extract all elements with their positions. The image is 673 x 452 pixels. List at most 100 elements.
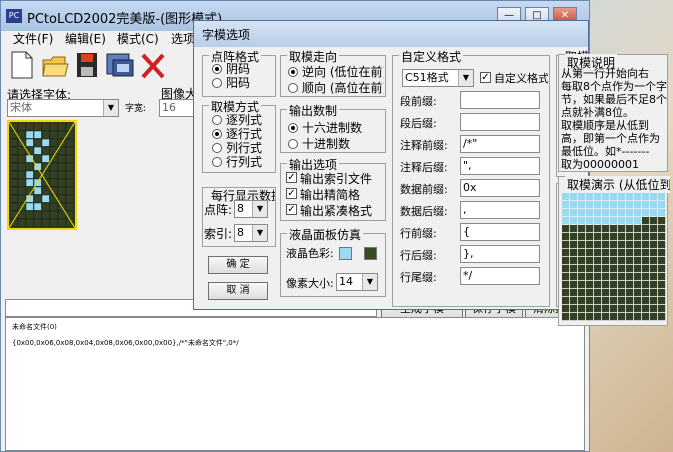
custom-field-label: 行尾缀:	[400, 271, 437, 284]
ok-button[interactable]: 确 定	[208, 256, 268, 274]
glyph-pixel	[25, 130, 34, 139]
radio-decimal[interactable]	[288, 139, 298, 149]
glyph-pixel	[25, 218, 34, 227]
custom-field-input[interactable]: ,	[460, 201, 540, 219]
glyph-pixel	[65, 162, 74, 171]
demo-pixel	[634, 225, 642, 233]
glyph-pixel	[33, 194, 42, 203]
delete-x-icon[interactable]	[139, 50, 167, 80]
radio-row[interactable]	[212, 129, 222, 139]
demo-pixel	[658, 217, 666, 225]
demo-pixel	[602, 265, 610, 273]
demo-pixel	[618, 257, 626, 265]
demo-pixel	[618, 289, 626, 297]
custom-field-input[interactable]: 0x	[460, 179, 540, 197]
radio-column[interactable]	[212, 115, 222, 125]
dots-select[interactable]: 8 ▼	[234, 200, 268, 218]
base-title: 输出数制	[287, 102, 340, 119]
output-textarea[interactable]: 未命名文件(0) {0x00,0x06,0x08,0x04,0x08,0x06,…	[5, 317, 585, 451]
custom-field-input[interactable]: ",	[460, 157, 540, 175]
radio-column-row[interactable]	[212, 143, 222, 153]
custom-field-input[interactable]: */	[460, 267, 540, 285]
demo-pixel	[634, 233, 642, 241]
radio-forward-label: 顺向 (高位在前)	[302, 81, 384, 95]
demo-pixel	[610, 265, 618, 273]
radio-forward[interactable]	[288, 83, 298, 93]
demo-pixel	[642, 249, 650, 257]
demo-pixel	[610, 281, 618, 289]
chevron-down-icon: ▼	[103, 100, 118, 116]
demo-pixel	[626, 257, 634, 265]
explanation-line: 最低位。如*-------	[561, 145, 650, 158]
pixel-size-select[interactable]: 14 ▼	[336, 273, 378, 291]
menu-file[interactable]: 文件(F)	[13, 30, 53, 47]
open-folder-icon[interactable]	[41, 50, 69, 80]
image-size-select[interactable]: 16	[159, 99, 195, 117]
font-options-dialog: 字模选项 点阵格式 阴码 阳码 取模方式 逐列式 逐行式 列行式 行列式 每行显…	[193, 20, 589, 310]
demo-pixel	[650, 289, 658, 297]
demo-pixel	[594, 305, 602, 313]
demo-pixel	[602, 201, 610, 209]
check-compact[interactable]: ✓	[286, 188, 297, 199]
menu-edit[interactable]: 编辑(E)	[65, 30, 106, 47]
demo-pixel	[658, 265, 666, 273]
new-file-icon[interactable]	[9, 50, 37, 80]
demo-pixel	[626, 273, 634, 281]
radio-row-column[interactable]	[212, 157, 222, 167]
demo-pixel	[650, 297, 658, 305]
menu-options[interactable]: 选项	[171, 30, 195, 47]
custom-field-input[interactable]	[460, 113, 540, 131]
check-custom-format[interactable]: ✓	[480, 72, 491, 83]
custom-field-input[interactable]: /*"	[460, 135, 540, 153]
demo-pixel	[570, 209, 578, 217]
lcd-on-color-swatch[interactable]	[339, 247, 352, 260]
glyph-pixel	[41, 218, 50, 227]
cancel-button[interactable]: 取 消	[208, 282, 268, 300]
glyph-pixel	[57, 170, 66, 179]
radio-negative[interactable]	[212, 64, 222, 74]
demo-pixel	[578, 297, 586, 305]
demo-pixel	[570, 305, 578, 313]
demo-pixel	[650, 265, 658, 273]
glyph-pixel	[17, 186, 26, 195]
font-select[interactable]: 宋体 ▼	[7, 99, 119, 117]
check-tight[interactable]: ✓	[286, 204, 297, 215]
radio-reverse[interactable]	[288, 67, 298, 77]
glyph-preview[interactable]	[7, 120, 77, 230]
demo-pixel	[626, 241, 634, 249]
custom-field-input[interactable]	[460, 91, 540, 109]
glyph-pixel	[57, 162, 66, 171]
glyph-pixel	[65, 202, 74, 211]
demo-pixel	[602, 233, 610, 241]
demo-pixel	[610, 193, 618, 201]
lcd-off-color-swatch[interactable]	[364, 247, 377, 260]
demo-pixel	[618, 225, 626, 233]
save-disk-icon[interactable]	[74, 50, 102, 80]
explanation-line: 从第一行开始向右	[561, 67, 649, 80]
radio-hex[interactable]	[288, 123, 298, 133]
index-select[interactable]: 8 ▼	[234, 224, 268, 242]
glyph-pixel	[9, 194, 18, 203]
menu-mode[interactable]: 模式(C)	[117, 30, 159, 47]
glyph-pixel	[33, 186, 42, 195]
demo-pixel	[610, 305, 618, 313]
glyph-pixel	[17, 194, 26, 203]
demo-pixel	[602, 209, 610, 217]
demo-pixel	[610, 273, 618, 281]
demo-pixel	[618, 217, 626, 225]
demo-pixel	[650, 233, 658, 241]
demo-pixel	[634, 297, 642, 305]
demo-pixel	[586, 273, 594, 281]
check-index-file[interactable]: ✓	[286, 172, 297, 183]
glyph-pixel	[25, 162, 34, 171]
demo-pixel	[586, 225, 594, 233]
radio-positive[interactable]	[212, 78, 222, 88]
check-tight-label: 输出紧凑格式	[300, 204, 373, 218]
save-image-icon[interactable]	[105, 50, 134, 80]
custom-field-input[interactable]: {	[460, 223, 540, 241]
demo-pixel	[642, 281, 650, 289]
demo-pixel	[634, 313, 642, 321]
custom-field-input[interactable]: },	[460, 245, 540, 263]
format-select[interactable]: C51格式 ▼	[402, 69, 474, 87]
demo-pixel	[618, 313, 626, 321]
